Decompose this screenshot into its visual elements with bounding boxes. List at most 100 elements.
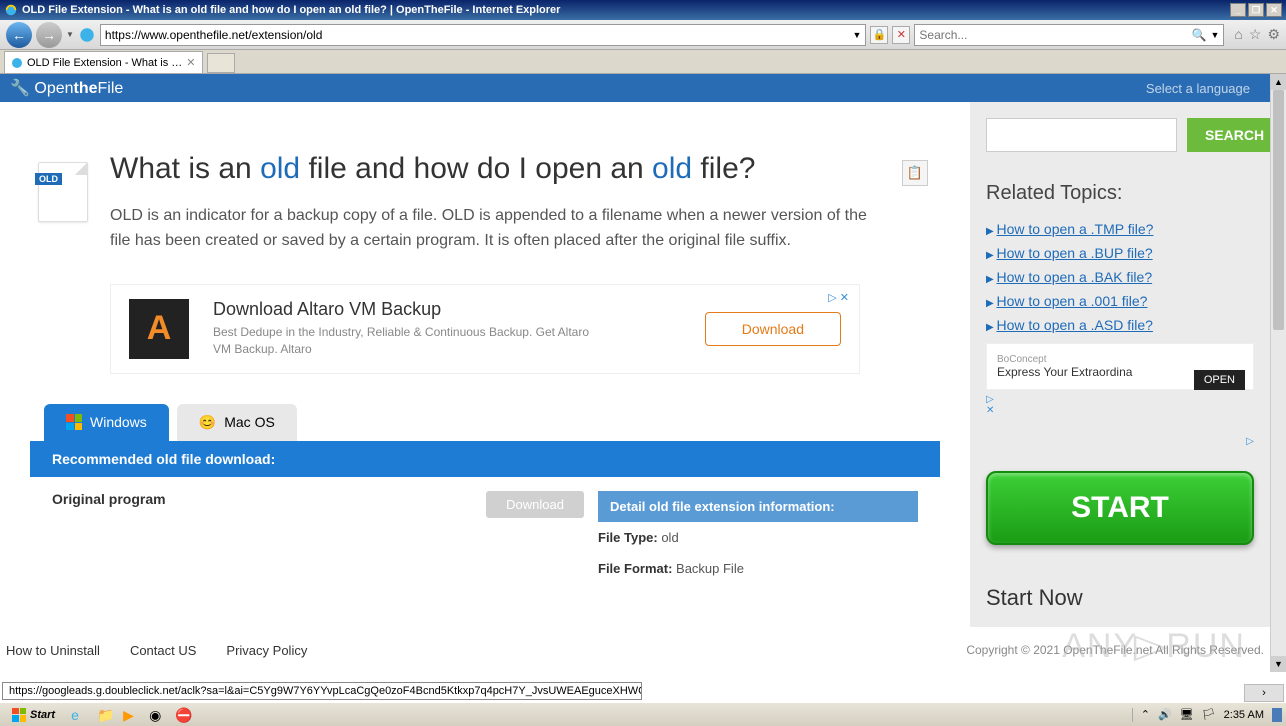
copy-icon[interactable]: 📋 [902, 160, 928, 186]
scroll-up-icon[interactable]: ▲ [1271, 74, 1286, 90]
page-footer: How to Uninstall Contact US Privacy Poli… [0, 629, 1270, 672]
footer-link-uninstall[interactable]: How to Uninstall [6, 643, 100, 658]
taskbar-explorer-icon[interactable]: 📁 [97, 707, 113, 723]
detail-box: Detail old file extension information: F… [598, 491, 918, 584]
favorites-icon[interactable]: ☆ [1249, 26, 1262, 43]
footer-copyright: Copyright © 2021 OpenTheFile.net All Rig… [966, 643, 1264, 658]
footer-link-privacy[interactable]: Privacy Policy [226, 643, 307, 658]
sidebar-search-input[interactable] [986, 118, 1177, 152]
inline-ad: ▷ ✕ A Download Altaro VM Backup Best Ded… [110, 284, 860, 374]
history-dropdown-icon[interactable]: ▼ [66, 30, 74, 39]
taskbar-ie-icon[interactable]: e [71, 707, 87, 723]
home-icon[interactable]: ⌂ [1234, 26, 1242, 43]
page-viewport: 🔧 OpentheFile Select a language OLD 📋 Wh… [0, 74, 1270, 672]
new-tab-button[interactable] [207, 53, 235, 73]
finder-icon: 😊 [199, 414, 216, 431]
sidebar-search-button[interactable]: SEARCH [1187, 118, 1270, 152]
sidebar-ad-brand: BoConcept [997, 354, 1243, 365]
browser-search-input[interactable] [919, 28, 1191, 42]
related-topics-heading: Related Topics: [986, 182, 1254, 205]
tab-windows[interactable]: Windows [44, 404, 169, 441]
tray-flag-icon[interactable]: 🏳 [1202, 708, 1216, 721]
download-gray-button[interactable]: Download [486, 491, 584, 518]
sidebar-ad-marks[interactable]: ▷✕ [986, 394, 1254, 416]
vertical-scrollbar[interactable]: ▲ ▼ [1270, 74, 1286, 672]
language-select[interactable]: Select a language [1146, 81, 1250, 96]
ad-triangle-icon[interactable]: ▷ [986, 436, 1254, 447]
taskbar: Start e 📁 ▶ ◉ ⛔ ⌃ 🔊 🖥 🏳 2:35 AM [0, 702, 1286, 726]
minimize-button[interactable]: _ [1230, 3, 1246, 17]
start-now-heading: Start Now [986, 585, 1254, 611]
footer-link-contact[interactable]: Contact US [130, 643, 196, 658]
search-icon[interactable]: 🔍 [1192, 28, 1207, 42]
close-button[interactable]: ✕ [1266, 3, 1282, 17]
sidebar-ad-open-button[interactable]: OPEN [1194, 370, 1245, 390]
page-description: OLD is an indicator for a backup copy of… [110, 204, 870, 254]
tray-network-icon[interactable]: 🖥 [1180, 708, 1194, 721]
original-program-label: Original program [52, 491, 166, 507]
status-url: https://googleads.g.doubleclick.net/aclk… [2, 682, 642, 700]
ad-logo: A [129, 299, 189, 359]
list-item: How to open a .ASD file? [986, 313, 1254, 337]
ad-title: Download Altaro VM Backup [213, 299, 705, 320]
taskbar-media-icon[interactable]: ▶ [123, 707, 139, 723]
horizontal-scroll-right[interactable]: › [1244, 684, 1284, 702]
tab-windows-label: Windows [90, 414, 147, 430]
search-dropdown-icon[interactable]: ▼ [1210, 30, 1219, 40]
tray-desktop-icon[interactable] [1272, 708, 1282, 722]
file-type-icon: OLD [38, 162, 88, 222]
detail-head: Detail old file extension information: [598, 491, 918, 522]
start-menu-button[interactable]: Start [4, 706, 63, 724]
os-tabs: Windows 😊 Mac OS [44, 404, 940, 441]
back-button[interactable]: ← [6, 22, 32, 48]
lock-icon: 🔒 [870, 26, 888, 44]
tab-macos[interactable]: 😊 Mac OS [177, 404, 297, 441]
maximize-button[interactable]: ❐ [1248, 3, 1264, 17]
forward-button[interactable]: → [36, 22, 62, 48]
recommended-bar: Recommended old file download: [30, 441, 940, 477]
status-bar: https://googleads.g.doubleclick.net/aclk… [2, 680, 1284, 702]
recommended-content: Original program Download Detail old fil… [30, 477, 940, 598]
site-logo[interactable]: 🔧 OpentheFile [10, 78, 123, 98]
scroll-thumb[interactable] [1273, 90, 1284, 330]
list-item: How to open a .001 file? [986, 289, 1254, 313]
taskbar-stop-icon[interactable]: ⛔ [175, 707, 191, 723]
ie-tab-icon [11, 57, 23, 69]
list-item: How to open a .BAK file? [986, 265, 1254, 289]
file-ext-badge: OLD [35, 173, 62, 185]
url-input[interactable] [105, 28, 853, 42]
ie-small-icon [78, 26, 96, 44]
browser-search-bar[interactable]: 🔍 ▼ [914, 24, 1224, 46]
page-title: What is an old file and how do I open an… [110, 152, 940, 186]
window-titlebar: OLD File Extension - What is an old file… [0, 0, 1286, 20]
address-bar[interactable]: ▼ [100, 24, 866, 46]
ad-info-icons[interactable]: ▷ ✕ [828, 291, 849, 304]
tray-expand-icon[interactable]: ⌃ [1141, 708, 1150, 721]
file-type-value: old [658, 530, 679, 545]
tools-icon[interactable]: ⚙ [1267, 26, 1280, 43]
window-title: OLD File Extension - What is an old file… [22, 4, 1230, 16]
list-item: How to open a .BUP file? [986, 241, 1254, 265]
related-topics-list: How to open a .TMP file? How to open a .… [986, 217, 1254, 337]
stop-icon[interactable]: ✕ [892, 26, 910, 44]
ad-download-button[interactable]: Download [705, 312, 841, 346]
tab-close-icon[interactable]: ✕ [186, 56, 195, 69]
tray-volume-icon[interactable]: 🔊 [1158, 708, 1172, 721]
file-format-label: File Format: [598, 561, 672, 576]
windows-logo-icon [12, 708, 26, 722]
site-header: 🔧 OpentheFile Select a language [0, 74, 1270, 102]
tray-clock[interactable]: 2:35 AM [1224, 709, 1264, 721]
ie-icon [4, 3, 18, 17]
system-tray: ⌃ 🔊 🖥 🏳 2:35 AM [1132, 708, 1282, 722]
windows-icon [66, 414, 82, 430]
main-column: OLD 📋 What is an old file and how do I o… [0, 102, 970, 627]
tab-macos-label: Mac OS [224, 414, 275, 430]
scroll-down-icon[interactable]: ▼ [1271, 656, 1286, 672]
taskbar-chrome-icon[interactable]: ◉ [149, 707, 165, 723]
sidebar: SEARCH Related Topics: How to open a .TM… [970, 102, 1270, 627]
dropdown-icon[interactable]: ▼ [852, 30, 861, 40]
file-type-label: File Type: [598, 530, 658, 545]
sidebar-ad: BoConcept Express Your Extraordina OPEN [986, 343, 1254, 390]
browser-tab-active[interactable]: OLD File Extension - What is … ✕ [4, 51, 203, 73]
start-big-button[interactable]: START [986, 471, 1254, 545]
